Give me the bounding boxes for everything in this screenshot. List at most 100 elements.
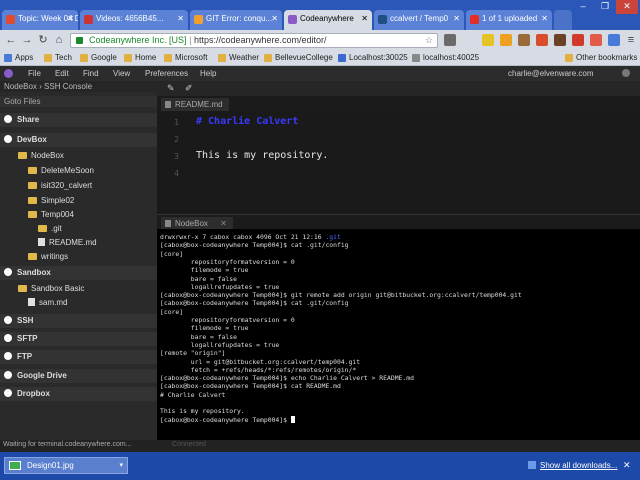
menu-view[interactable]: View	[113, 69, 130, 78]
terminal-line: [remote "origin"]	[160, 349, 226, 358]
browser-tab[interactable]: GIT Error: conqu... ✕	[190, 10, 282, 30]
menu-edit[interactable]: Edit	[55, 69, 69, 78]
bookmark-folder[interactable]: BellevueCollege	[264, 52, 333, 64]
site-icon	[84, 15, 93, 24]
terminal-cursor	[290, 415, 295, 423]
server-icon	[4, 135, 12, 143]
menu-file[interactable]: File	[28, 69, 41, 78]
browser-tab[interactable]: Videos: 4656B45... ✕	[80, 10, 188, 30]
dropbox-section[interactable]: Dropbox	[0, 387, 157, 401]
line-number: 1	[174, 118, 179, 127]
sftp-section[interactable]: SFTP	[0, 332, 157, 346]
panel-title: NodeBox › SSH Console	[0, 81, 157, 92]
ftp-section[interactable]: FTP	[0, 350, 157, 364]
server-icon	[4, 268, 12, 276]
tab-title: Codeanywhere	[300, 14, 354, 23]
extension-icon[interactable]	[572, 34, 584, 46]
extension-icon[interactable]	[482, 34, 494, 46]
close-window-button[interactable]: ✕	[616, 0, 638, 14]
bookmark-folder[interactable]: Microsoft	[164, 52, 207, 64]
close-tab-icon[interactable]: ✕	[271, 14, 278, 23]
extension-icon[interactable]	[608, 34, 620, 46]
bookmark-folder[interactable]: Tech	[44, 52, 72, 64]
tree-folder[interactable]: writings	[0, 250, 157, 264]
close-icon[interactable]: ✕	[623, 460, 631, 471]
terminal-line: filemode = true	[160, 266, 249, 275]
extension-icon[interactable]	[590, 34, 602, 46]
bookmark-localhost[interactable]: localhost:40025	[412, 52, 479, 64]
bookmark-apps[interactable]: Apps	[4, 52, 33, 64]
close-tab-icon[interactable]: ✕	[177, 14, 184, 23]
google-drive-section[interactable]: Google Drive	[0, 369, 157, 383]
close-tab-icon[interactable]: ✕	[220, 219, 227, 228]
address-bar[interactable]: Codeanywhere Inc. [US] | https://codeany…	[70, 33, 438, 48]
tree-folder[interactable]: isit320_calvert	[0, 179, 157, 193]
extension-icon[interactable]	[536, 34, 548, 46]
pencil-icon[interactable]: ✎	[167, 83, 175, 94]
site-icon	[6, 15, 15, 24]
lock-icon	[76, 37, 83, 44]
menu-icon[interactable]: ≡	[624, 33, 638, 47]
extension-icon[interactable]	[554, 34, 566, 46]
browser-tab[interactable]: ccalvert / Temp0 ✕	[374, 10, 464, 30]
home-icon[interactable]: ⌂	[52, 33, 66, 47]
chevron-down-icon[interactable]: ▾	[119, 458, 123, 473]
tree-folder[interactable]: DeleteMeSoon	[0, 164, 157, 178]
sandbox-section[interactable]: Sandbox	[0, 266, 157, 280]
brush-icon[interactable]: ✐	[185, 83, 193, 94]
sftp-icon	[4, 334, 12, 342]
code-line: # Charlie Calvert	[196, 116, 299, 127]
ssh-icon	[4, 316, 12, 324]
bookmark-folder[interactable]: Home	[124, 52, 156, 64]
download-item[interactable]: Design01.jpg ▾	[4, 457, 128, 474]
browser-tab[interactable]: Topic: Week 04 D ✕	[2, 10, 78, 30]
reload-icon[interactable]: ↻	[36, 33, 50, 47]
terminal-line: [cabox@box-codeanywhere Temp004]$ cat .g…	[160, 241, 349, 250]
close-tab-icon[interactable]: ✕	[67, 14, 74, 23]
goto-files-input[interactable]: Goto Files	[0, 96, 157, 107]
ssh-section[interactable]: SSH	[0, 314, 157, 328]
close-tab-icon[interactable]: ✕	[361, 14, 368, 23]
tree-folder[interactable]: Sandbox Basic	[0, 282, 157, 296]
show-all-downloads-link[interactable]: Show all downloads...	[540, 461, 617, 470]
tree-folder[interactable]: Simple02	[0, 194, 157, 208]
connection-status: Connected	[172, 441, 206, 448]
extension-icon[interactable]	[500, 34, 512, 46]
star-icon[interactable]: ☆	[425, 34, 433, 47]
editor-tab-readme[interactable]: README.md	[161, 98, 229, 111]
restore-button[interactable]: ❐	[594, 0, 616, 14]
close-tab-icon[interactable]: ✕	[541, 14, 548, 23]
minimize-button[interactable]: –	[572, 0, 594, 14]
user-account[interactable]: charlie@elvenware.com	[508, 69, 594, 78]
tab-label: README.md	[175, 100, 223, 109]
new-tab-button[interactable]	[554, 10, 572, 30]
devbox-section[interactable]: DevBox	[0, 133, 157, 147]
browser-tab-active[interactable]: Codeanywhere ✕	[284, 10, 372, 30]
code-editor[interactable]: 1 2 3 4 # Charlie Calvert This is my rep…	[157, 111, 640, 214]
terminal-output[interactable]: drwxrwxr-x 7 cabox cabox 4096 Oct 21 12:…	[157, 229, 640, 440]
menu-help[interactable]: Help	[200, 69, 216, 78]
forward-arrow-icon[interactable]: →	[20, 33, 34, 47]
close-tab-icon[interactable]: ✕	[453, 14, 460, 23]
other-bookmarks[interactable]: Other bookmarks	[565, 52, 637, 64]
tree-file[interactable]: README.md	[0, 236, 157, 250]
bookmark-folder[interactable]: Weather	[218, 52, 259, 64]
back-arrow-icon[interactable]: ←	[4, 33, 18, 47]
terminal-line: bare = false	[160, 332, 237, 341]
code-line: This is my repository.	[196, 150, 329, 161]
menu-preferences[interactable]: Preferences	[145, 69, 188, 78]
bookmark-folder[interactable]: Google	[80, 52, 117, 64]
menu-find[interactable]: Find	[83, 69, 99, 78]
terminal-line: repositoryformatversion = 0	[160, 316, 295, 324]
tree-folder[interactable]: .git	[0, 222, 157, 236]
avatar[interactable]	[622, 69, 630, 77]
tree-folder[interactable]: Temp004	[0, 208, 157, 222]
browser-tab[interactable]: 1 of 1 uploaded ✕	[466, 10, 552, 30]
extension-icon[interactable]	[444, 34, 456, 46]
tree-folder[interactable]: NodeBox	[0, 149, 157, 163]
extension-icon[interactable]	[518, 34, 530, 46]
bookmark-localhost[interactable]: Localhost:30025	[338, 52, 408, 64]
codeanywhere-icon	[288, 15, 297, 24]
share-section[interactable]: Share	[0, 113, 157, 127]
tree-file[interactable]: sam.md	[0, 296, 157, 310]
